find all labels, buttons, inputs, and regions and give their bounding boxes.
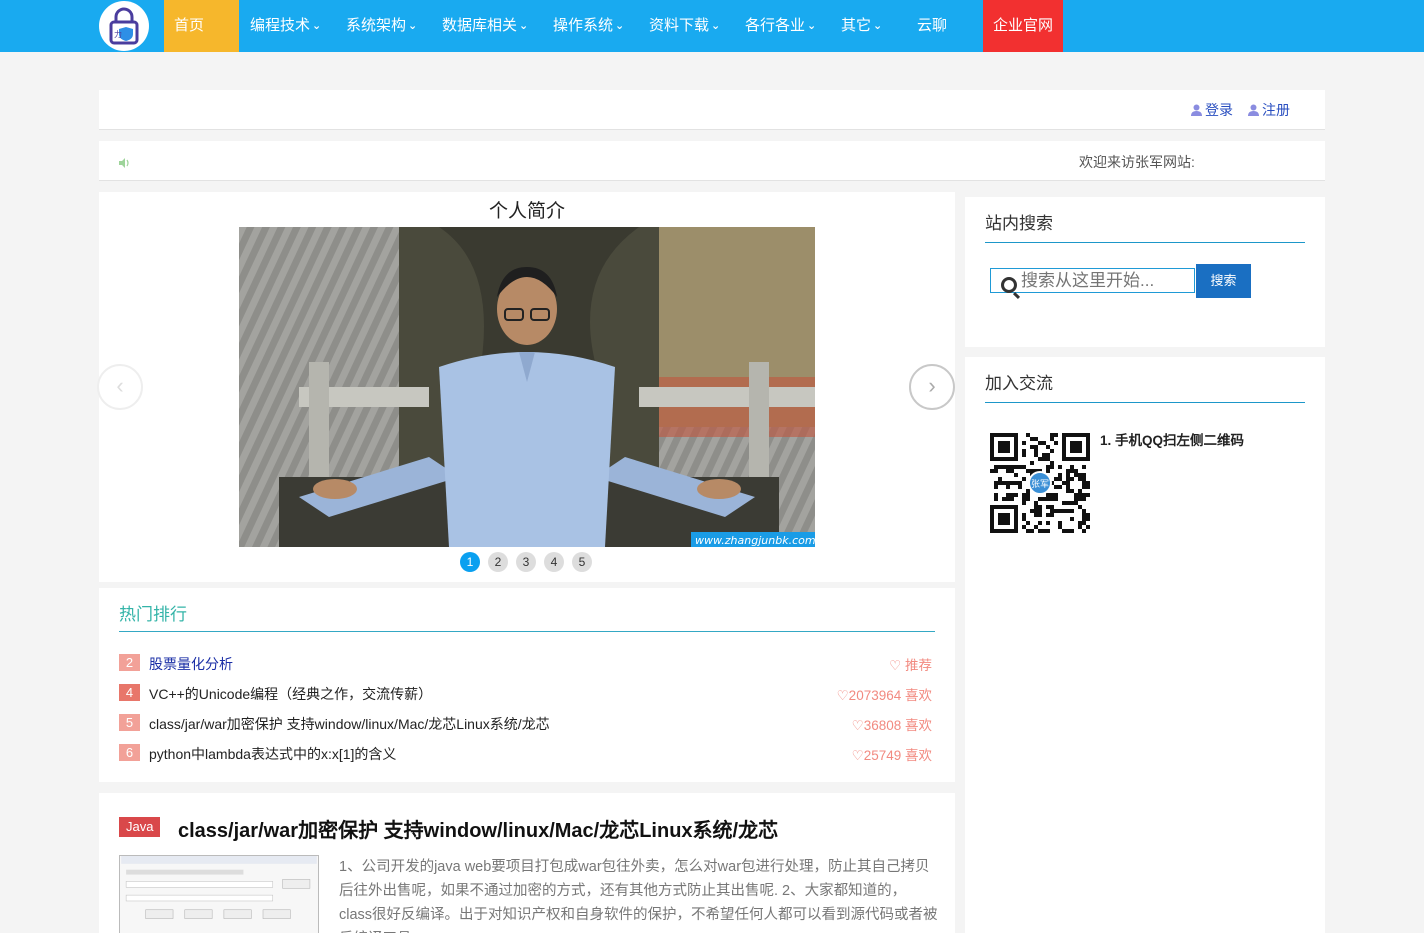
nav-architecture[interactable]: 系统架构 ⌄ [346, 0, 417, 52]
list-item[interactable]: 2 股票量化分析 ♡ 推荐 [119, 653, 935, 673]
chevron-down-icon: ⌄ [312, 20, 322, 32]
join-tip: 1. 手机QQ扫左侧二维码 [1100, 433, 1245, 448]
slider-dot[interactable]: 1 [460, 552, 480, 572]
qr-badge-text: 张军 [1031, 479, 1049, 490]
nav-label: 数据库相关 [442, 17, 518, 34]
chevron-down-icon: ⌄ [615, 20, 625, 32]
top-nav: 力 首页 编程技术 ⌄ 系统架构 ⌄ 数据库相关 ⌄ 操作系统 ⌄ 资料下载 ⌄ 各行各业… [0, 0, 1424, 52]
slider-dot[interactable]: 3 [516, 552, 536, 572]
list-item[interactable]: 4 VC++的Unicode编程（经典之作，交流传薪） ♡2073964 喜欢 [119, 683, 935, 703]
slider-dot[interactable]: 2 [488, 552, 508, 572]
user-icon [1248, 104, 1259, 116]
qr-code-icon: 张军 [990, 433, 1090, 533]
photo-watermark: www.zhangjunbk.com [695, 534, 815, 547]
slider-dot[interactable]: 5 [572, 552, 592, 572]
nav-label: 系统架构 [346, 17, 407, 34]
divider [985, 402, 1305, 403]
search-icon [1001, 277, 1017, 293]
hot-link[interactable]: 股票量化分析 [149, 654, 233, 674]
profile-slider: 个人简介 www.zhangjunbk.com ‹ › 1 2 3 4 5 [97, 192, 955, 582]
hot-link[interactable]: python中lambda表达式中的x:x[1]的含义 [149, 744, 396, 764]
nav-home-label: 首页 [174, 17, 205, 34]
hot-link[interactable]: class/jar/war加密保护 支持window/linux/Mac/龙芯L… [149, 714, 550, 734]
notice-bar: 欢迎来访张军网站: [99, 141, 1325, 181]
login-link[interactable]: 登录 [1191, 100, 1233, 120]
rank-badge: 6 [119, 744, 140, 761]
nav-corporate[interactable]: 企业官网 [983, 0, 1063, 52]
like-count: ♡2073964 喜欢 [836, 688, 932, 703]
lock-logo-icon: 力 [109, 7, 139, 45]
divider [985, 242, 1305, 243]
hot-ranking: 热门排行 2 股票量化分析 ♡ 推荐 4 VC++的Unicode编程（经典之作… [99, 588, 955, 782]
svg-text:力: 力 [114, 29, 122, 39]
speaker-icon [119, 158, 129, 168]
rank-badge: 5 [119, 714, 140, 731]
like-count: ♡25749 喜欢 [851, 748, 932, 763]
site-logo[interactable]: 力 [99, 1, 149, 51]
nav-industries[interactable]: 各行各业 ⌄ [745, 0, 816, 52]
nav-programming[interactable]: 编程技术 ⌄ [250, 0, 321, 52]
join-panel: 加入交流 张军 1. 手机QQ扫左侧二维码 [965, 357, 1325, 933]
nav-home[interactable]: 首页 [164, 0, 239, 52]
slider-dot[interactable]: 4 [544, 552, 564, 572]
rank-badge: 2 [119, 654, 140, 671]
search-input[interactable] [990, 268, 1195, 293]
like-count: ♡ 推荐 [889, 658, 932, 673]
user-bar: 登录 注册 [99, 90, 1325, 130]
divider [119, 631, 935, 632]
nav-label: 云聊 [917, 17, 948, 34]
nav-label: 各行各业 [745, 17, 806, 34]
chevron-right-icon: › [928, 373, 936, 398]
article-card: Java class/jar/war加密保护 支持window/linux/Ma… [99, 793, 955, 933]
photo-illustration: www.zhangjunbk.com [239, 227, 815, 547]
register-label: 注册 [1262, 102, 1290, 118]
slider-prev-button[interactable]: ‹ [97, 364, 143, 410]
chevron-down-icon: ⌄ [408, 20, 418, 32]
hot-link[interactable]: VC++的Unicode编程（经典之作，交流传薪） [149, 684, 432, 704]
nav-label: 其它 [841, 17, 872, 34]
chevron-down-icon: ⌄ [519, 20, 529, 32]
nav-label: 操作系统 [553, 17, 614, 34]
nav-label: 资料下载 [649, 17, 710, 34]
site-search-panel: 站内搜索 搜索 [965, 197, 1325, 347]
nav-database[interactable]: 数据库相关 ⌄ [442, 0, 528, 52]
search-button[interactable]: 搜索 [1196, 264, 1251, 298]
chevron-down-icon: ⌄ [807, 20, 817, 32]
slider-next-button[interactable]: › [909, 364, 955, 410]
nav-os[interactable]: 操作系统 ⌄ [553, 0, 624, 52]
nav-cloudchat[interactable]: 云聊 [917, 0, 947, 52]
rank-badge: 4 [119, 684, 140, 701]
nav-label: 编程技术 [250, 17, 311, 34]
nav-downloads[interactable]: 资料下载 ⌄ [649, 0, 720, 52]
like-count: ♡36808 喜欢 [851, 718, 932, 733]
welcome-text: 欢迎来访张军网站: [1079, 154, 1195, 170]
article-title[interactable]: class/jar/war加密保护 支持window/linux/Mac/龙芯L… [178, 814, 778, 843]
chevron-down-icon: ⌄ [711, 20, 721, 32]
screenshot-thumbnail-icon [121, 856, 317, 919]
search-title: 站内搜索 [985, 214, 1053, 233]
nav-label: 企业官网 [993, 17, 1054, 34]
register-link[interactable]: 注册 [1248, 100, 1290, 120]
user-icon [1191, 104, 1202, 116]
chevron-left-icon: ‹ [116, 373, 124, 398]
profile-photo[interactable]: www.zhangjunbk.com [239, 227, 815, 547]
list-item[interactable]: 6 python中lambda表达式中的x:x[1]的含义 ♡25749 喜欢 [119, 743, 935, 763]
hot-title: 热门排行 [119, 605, 187, 624]
article-thumbnail[interactable] [119, 855, 319, 933]
login-label: 登录 [1205, 102, 1233, 118]
join-title: 加入交流 [985, 374, 1053, 393]
article-summary: 1、公司开发的java web要项目打包成war包往外卖，怎么对war包进行处理… [339, 859, 938, 933]
nav-others[interactable]: 其它 ⌄ [841, 0, 882, 52]
list-item[interactable]: 5 class/jar/war加密保护 支持window/linux/Mac/龙… [119, 713, 935, 733]
slider-title: 个人简介 [488, 201, 565, 222]
chevron-down-icon: ⌄ [873, 20, 883, 32]
slider-dots: 1 2 3 4 5 [460, 552, 592, 572]
category-tag[interactable]: Java [119, 817, 161, 837]
